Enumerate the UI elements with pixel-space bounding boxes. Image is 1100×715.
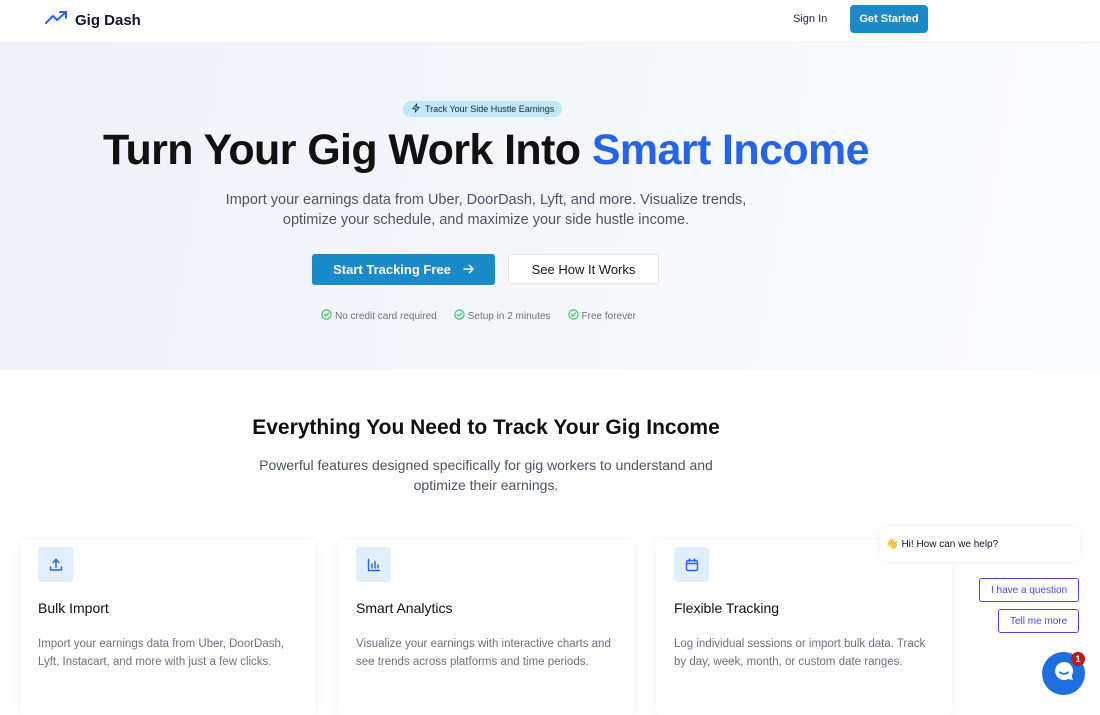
hero-headline-lead: Turn Your Gig Work Into <box>102 126 592 174</box>
get-started-button[interactable]: Get Started <box>850 5 928 33</box>
chat-option-tell-more[interactable]: Tell me more <box>998 609 1080 633</box>
feature-card-bulk-import: Bulk Import Import your earnings data fr… <box>20 540 316 715</box>
check-circle-icon <box>567 309 579 323</box>
hero-benefits: No credit card required Setup in 2 minut… <box>321 309 636 323</box>
benefit-text: No credit card required <box>335 310 437 322</box>
feature-card-flexible-tracking: Flexible Tracking Log individual session… <box>656 540 952 715</box>
feature-card-title: Smart Analytics <box>356 600 453 616</box>
calendar-icon <box>674 547 709 582</box>
lightning-icon <box>411 103 421 115</box>
sign-in-link[interactable]: Sign In <box>793 13 827 25</box>
feature-card-desc: Import your earnings data from Uber, Doo… <box>38 638 285 668</box>
upload-icon <box>38 547 73 582</box>
wave-icon: 👋 <box>886 538 899 550</box>
chat-greeting-bubble[interactable]: 👋 Hi! How can we help? <box>880 527 1080 561</box>
chat-option-question[interactable]: I have a question <box>979 578 1080 602</box>
benefit-text: Setup in 2 minutes <box>467 310 551 322</box>
arrow-right-icon <box>463 262 474 277</box>
feature-card-desc: Visualize your earnings with interactive… <box>356 638 611 668</box>
hero-subtext: Import your earnings data from Uber, Doo… <box>225 192 747 228</box>
top-nav: Gig Dash Sign In Get Started <box>0 0 1100 43</box>
benefit-item: No credit card required <box>321 309 437 323</box>
benefit-item: Free forever <box>567 309 637 323</box>
see-how-it-works-button[interactable]: See How It Works <box>508 254 659 284</box>
feature-card-title: Bulk Import <box>38 600 109 616</box>
hero-headline-accent: Smart Income <box>591 126 870 174</box>
benefit-text: Free forever <box>581 310 637 322</box>
chat-greeting-text: Hi! How can we help? <box>901 538 999 550</box>
check-circle-icon <box>321 309 332 323</box>
hero-headline: Turn Your Gig Work Into Smart Income <box>0 126 972 175</box>
brand-logo[interactable]: Gig Dash <box>45 10 141 31</box>
features-subtitle: Powerful features designed specifically … <box>259 457 713 493</box>
feature-card-desc: Log individual sessions or import bulk d… <box>674 638 926 668</box>
bar-chart-icon <box>356 547 391 582</box>
features-title: Everything You Need to Track Your Gig In… <box>252 416 720 439</box>
benefit-item: Setup in 2 minutes <box>454 309 551 323</box>
chat-notification-badge: 1 <box>1071 652 1085 666</box>
hero-badge-text: Track Your Side Hustle Earnings <box>425 104 555 114</box>
check-circle-icon <box>454 309 465 323</box>
feature-card-smart-analytics: Smart Analytics Visualize your earnings … <box>338 540 634 715</box>
start-tracking-label: Start Tracking Free <box>333 262 451 277</box>
brand-name: Gig Dash <box>75 12 141 29</box>
feature-card-title: Flexible Tracking <box>674 600 780 616</box>
trending-up-icon <box>45 10 69 31</box>
start-tracking-button[interactable]: Start Tracking Free <box>312 254 495 285</box>
hero-badge: Track Your Side Hustle Earnings <box>403 101 563 117</box>
